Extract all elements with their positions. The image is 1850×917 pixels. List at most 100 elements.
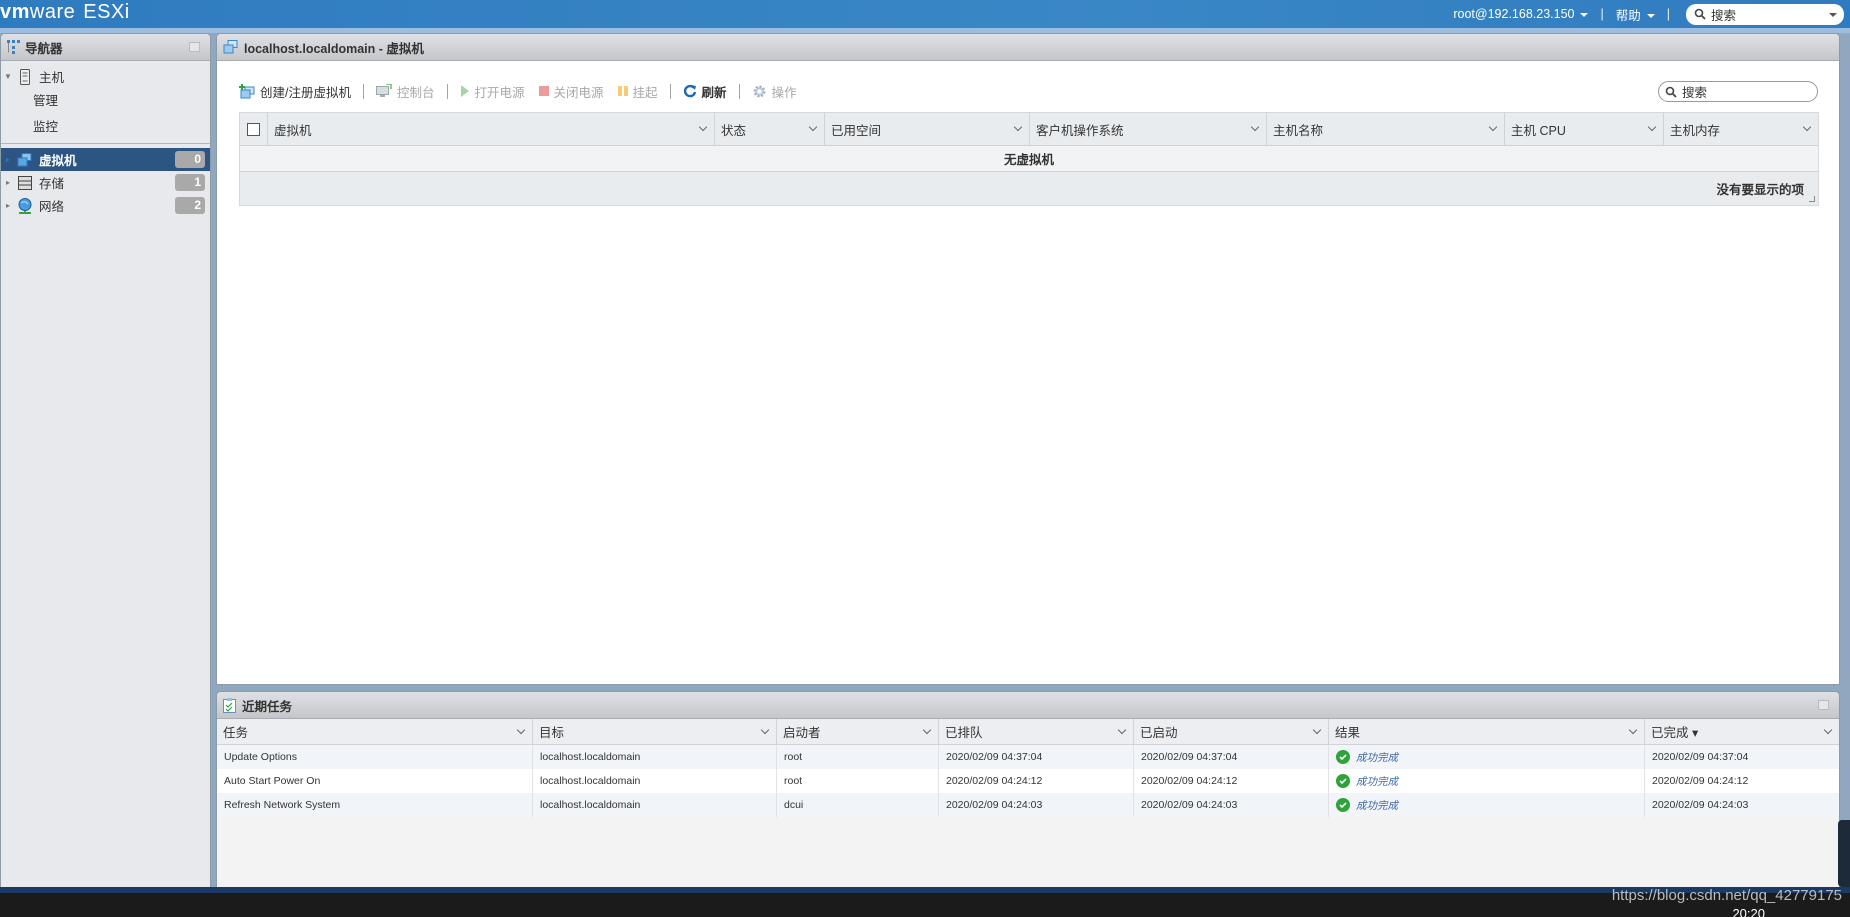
column-header-guest-os[interactable]: 客户机操作系统 (1030, 113, 1267, 145)
chevron-down-icon[interactable] (1488, 122, 1498, 132)
task-row[interactable]: Refresh Network System localhost.localdo… (217, 793, 1839, 817)
chevron-down-icon (1580, 12, 1589, 17)
column-header-completed[interactable]: 已完成 ▾ (1645, 719, 1839, 744)
tasks-table-header: 任务 目标 启动者 已排队 已启动 结果 已完成 ▾ (217, 719, 1839, 745)
column-header-host-cpu[interactable]: 主机 CPU (1505, 113, 1664, 145)
chevron-down-icon[interactable] (516, 725, 526, 735)
suspend-button[interactable]: 挂起 (617, 82, 658, 101)
column-header-queued[interactable]: 已排队 (939, 719, 1134, 744)
column-header-target[interactable]: 目标 (533, 719, 777, 744)
console-button[interactable]: 控制台 (375, 82, 435, 101)
chevron-down-icon[interactable] (1117, 725, 1127, 735)
count-badge: 0 (175, 151, 205, 168)
column-header-started[interactable]: 已启动 (1134, 719, 1329, 744)
user-menu[interactable]: root@192.168.23.150 (1453, 7, 1589, 21)
virtual-machines-panel: localhost.localdomain - 虚拟机 创建/注册虚拟机 控制台… (216, 33, 1840, 685)
chevron-down-icon[interactable] (922, 725, 932, 735)
search-icon (1665, 86, 1677, 98)
column-header-initiator[interactable]: 启动者 (777, 719, 939, 744)
task-queued: 2020/02/09 04:37:04 (939, 745, 1134, 769)
select-all-checkbox[interactable] (247, 122, 260, 136)
column-header-host-memory[interactable]: 主机内存 (1664, 113, 1818, 145)
chevron-down-icon[interactable] (1829, 12, 1837, 17)
column-label: 主机 CPU (1511, 123, 1566, 138)
maximize-icon[interactable] (1818, 700, 1829, 710)
column-header-status[interactable]: 状态 (715, 113, 825, 145)
expand-arrow-icon[interactable]: ▼ (3, 72, 13, 81)
vm-table-footer: 没有要显示的项 (240, 172, 1818, 205)
column-label: 启动者 (783, 726, 821, 740)
chevron-down-icon[interactable] (1250, 122, 1260, 132)
column-label: 主机内存 (1670, 123, 1721, 138)
task-name: Refresh Network System (217, 793, 533, 817)
tasks-clipboard-icon (223, 697, 236, 713)
power-on-button[interactable]: 打开电源 (460, 82, 525, 101)
navigator-header: 导航器 (1, 34, 210, 61)
navigator-icon (7, 40, 20, 54)
chevron-down-icon[interactable] (1013, 122, 1023, 132)
actions-button[interactable]: 操作 (752, 82, 797, 101)
task-initiator: dcui (777, 793, 939, 817)
nav-item-label: 管理 (33, 94, 59, 108)
global-search-input[interactable]: 搜索 (1686, 3, 1844, 25)
chevron-down-icon[interactable] (808, 122, 818, 132)
chevron-down-icon (1646, 14, 1655, 19)
column-label: 已启动 (1140, 726, 1178, 740)
column-label: 已排队 (945, 726, 983, 740)
column-header-vm[interactable]: 虚拟机 (268, 113, 715, 145)
recent-tasks-panel: 近期任务 任务 目标 启动者 已排队 已启动 结果 已完成 ▾ Update O… (216, 691, 1840, 893)
chevron-down-icon[interactable] (1628, 725, 1638, 735)
storage-icon (17, 175, 33, 191)
divider (669, 83, 671, 99)
top-right-controls: root@192.168.23.150 | 帮助 | 搜索 (1453, 0, 1850, 28)
column-header-host-name[interactable]: 主机名称 (1267, 113, 1505, 145)
maximize-icon[interactable] (189, 42, 200, 52)
expand-arrow-icon[interactable]: ▸ (3, 155, 13, 164)
vm-search-input[interactable]: 搜索 (1658, 81, 1818, 102)
column-label: 目标 (539, 726, 565, 740)
task-row[interactable]: Update Options localhost.localdomain roo… (217, 745, 1839, 769)
column-label: 已完成 ▾ (1651, 726, 1699, 740)
nav-item-monitor[interactable]: 监控 (1, 114, 210, 137)
power-off-button[interactable]: 关闭电源 (538, 82, 604, 101)
task-row[interactable]: Auto Start Power On localhost.localdomai… (217, 769, 1839, 793)
help-menu[interactable]: 帮助 (1616, 5, 1655, 24)
chevron-down-icon[interactable] (1647, 122, 1657, 132)
navigator-tree: ▼ 主机 管理 监控 ▸ 虚拟机 0 ▸ 存储 1 ▸ 网络 2 (1, 61, 210, 217)
column-label: 主机名称 (1273, 123, 1324, 138)
chevron-down-icon[interactable] (1312, 725, 1322, 735)
task-target: localhost.localdomain (533, 745, 777, 769)
select-all-checkbox-cell (240, 113, 268, 145)
column-label: 已用空间 (831, 123, 882, 138)
user-label: root@192.168.23.150 (1453, 7, 1575, 21)
nav-item-host[interactable]: ▼ 主机 (1, 65, 210, 88)
taskbar-clock: 20:20 (1732, 906, 1765, 917)
chevron-down-icon[interactable] (698, 122, 708, 132)
create-register-vm-button[interactable]: 创建/注册虚拟机 (239, 82, 351, 101)
chevron-down-icon[interactable] (760, 725, 770, 735)
search-icon (1694, 8, 1706, 20)
expand-arrow-icon[interactable]: ▸ (3, 201, 13, 210)
vm-table-header: 虚拟机 状态 已用空间 客户机操作系统 主机名称 主机 CPU 主机内存 (240, 113, 1818, 146)
result-text: 成功完成 (1356, 775, 1398, 788)
nav-item-virtual-machines[interactable]: ▸ 虚拟机 0 (1, 148, 210, 171)
recent-tasks-title: 近期任务 (242, 699, 293, 714)
actions-label: 操作 (771, 85, 797, 100)
expand-arrow-icon[interactable]: ▸ (3, 178, 13, 187)
chevron-down-icon[interactable] (1823, 725, 1833, 735)
column-header-task[interactable]: 任务 (217, 719, 533, 744)
resize-grip-icon[interactable] (1809, 196, 1815, 202)
column-header-result[interactable]: 结果 (1329, 719, 1645, 744)
refresh-button[interactable]: 刷新 (683, 82, 727, 101)
nav-item-manage[interactable]: 管理 (1, 88, 210, 111)
chevron-down-icon[interactable] (1802, 122, 1812, 132)
nav-item-network[interactable]: ▸ 网络 2 (1, 194, 210, 217)
vm-table: 虚拟机 状态 已用空间 客户机操作系统 主机名称 主机 CPU 主机内存 无虚拟… (239, 112, 1819, 206)
logo-ware: ware (29, 1, 76, 23)
nav-item-storage[interactable]: ▸ 存储 1 (1, 171, 210, 194)
column-header-used-space[interactable]: 已用空间 (825, 113, 1030, 145)
empty-message: 无虚拟机 (240, 146, 1818, 172)
column-label: 状态 (721, 123, 747, 138)
task-target: localhost.localdomain (533, 793, 777, 817)
divider: | (1600, 7, 1604, 21)
